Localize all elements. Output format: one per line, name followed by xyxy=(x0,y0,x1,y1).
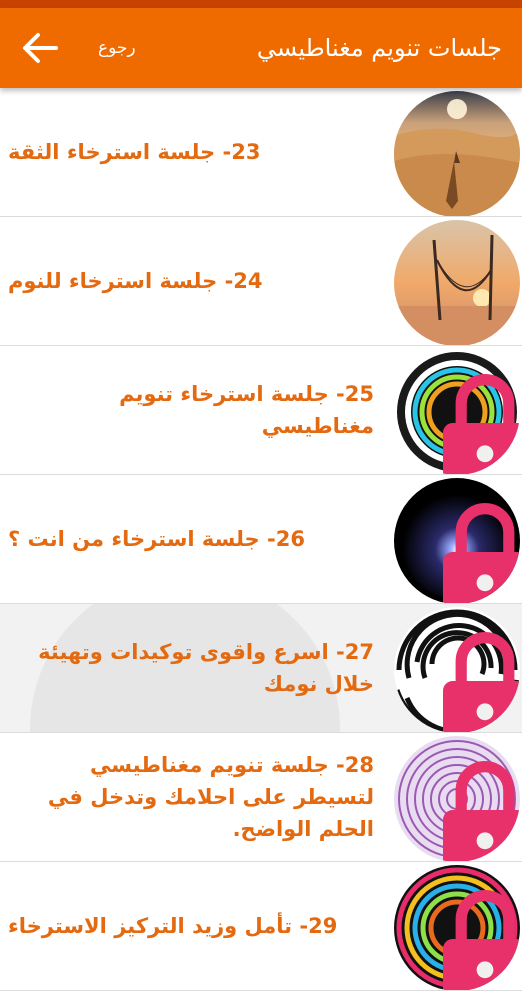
lock-icon xyxy=(422,754,520,861)
back-arrow-icon[interactable] xyxy=(20,30,60,66)
session-title: 24- جلسة استرخاء للنوم xyxy=(8,269,263,293)
session-title: 23- جلسة استرخاء الثقة xyxy=(8,140,261,164)
hammock-sunset-image xyxy=(394,220,520,345)
lock-icon xyxy=(422,367,520,474)
back-button-label[interactable]: رجوع xyxy=(98,8,136,88)
session-item-24[interactable]: 24- جلسة استرخاء للنوم xyxy=(0,217,522,346)
lock-icon xyxy=(422,625,520,732)
session-title: 25- جلسة استرخاء تنويم مغناطيسي xyxy=(119,382,374,438)
session-title: 29- تأمل وزيد التركيز الاسترخاء xyxy=(8,914,338,938)
desert-sunset-image xyxy=(394,91,520,216)
rainbow-rings-image xyxy=(394,349,520,474)
session-title: 26- جلسة استرخاء من انت ؟ xyxy=(8,527,305,551)
color-spiral-image xyxy=(394,865,520,990)
session-item-27[interactable]: 27- اسرع واقوى توكيدات وتهيئة خلال نومك xyxy=(0,604,522,733)
spiral-image xyxy=(394,607,520,732)
session-item-26[interactable]: 26- جلسة استرخاء من انت ؟ xyxy=(0,475,522,604)
page-title: جلسات تنويم مغناطيسي xyxy=(256,34,502,62)
session-item-28[interactable]: 28- جلسة تنويم مغناطيسي لتسيطر على احلام… xyxy=(0,733,522,862)
sessions-list: 23- جلسة استرخاء الثقة 24- جلسة استرخاء … xyxy=(0,88,522,991)
app-bar: رجوع جلسات تنويم مغناطيسي xyxy=(0,8,522,88)
session-title: 28- جلسة تنويم مغناطيسي لتسيطر على احلام… xyxy=(47,753,374,841)
session-title: 27- اسرع واقوى توكيدات وتهيئة خلال نومك xyxy=(38,640,374,696)
session-item-25[interactable]: 25- جلسة استرخاء تنويم مغناطيسي xyxy=(0,346,522,475)
lock-icon xyxy=(422,496,520,603)
lock-icon xyxy=(422,883,520,990)
session-item-29[interactable]: 29- تأمل وزيد التركيز الاسترخاء xyxy=(0,862,522,991)
purple-rings-image xyxy=(394,736,520,861)
status-bar xyxy=(0,0,522,8)
session-item-23[interactable]: 23- جلسة استرخاء الثقة xyxy=(0,88,522,217)
black-glow-image xyxy=(394,478,520,603)
